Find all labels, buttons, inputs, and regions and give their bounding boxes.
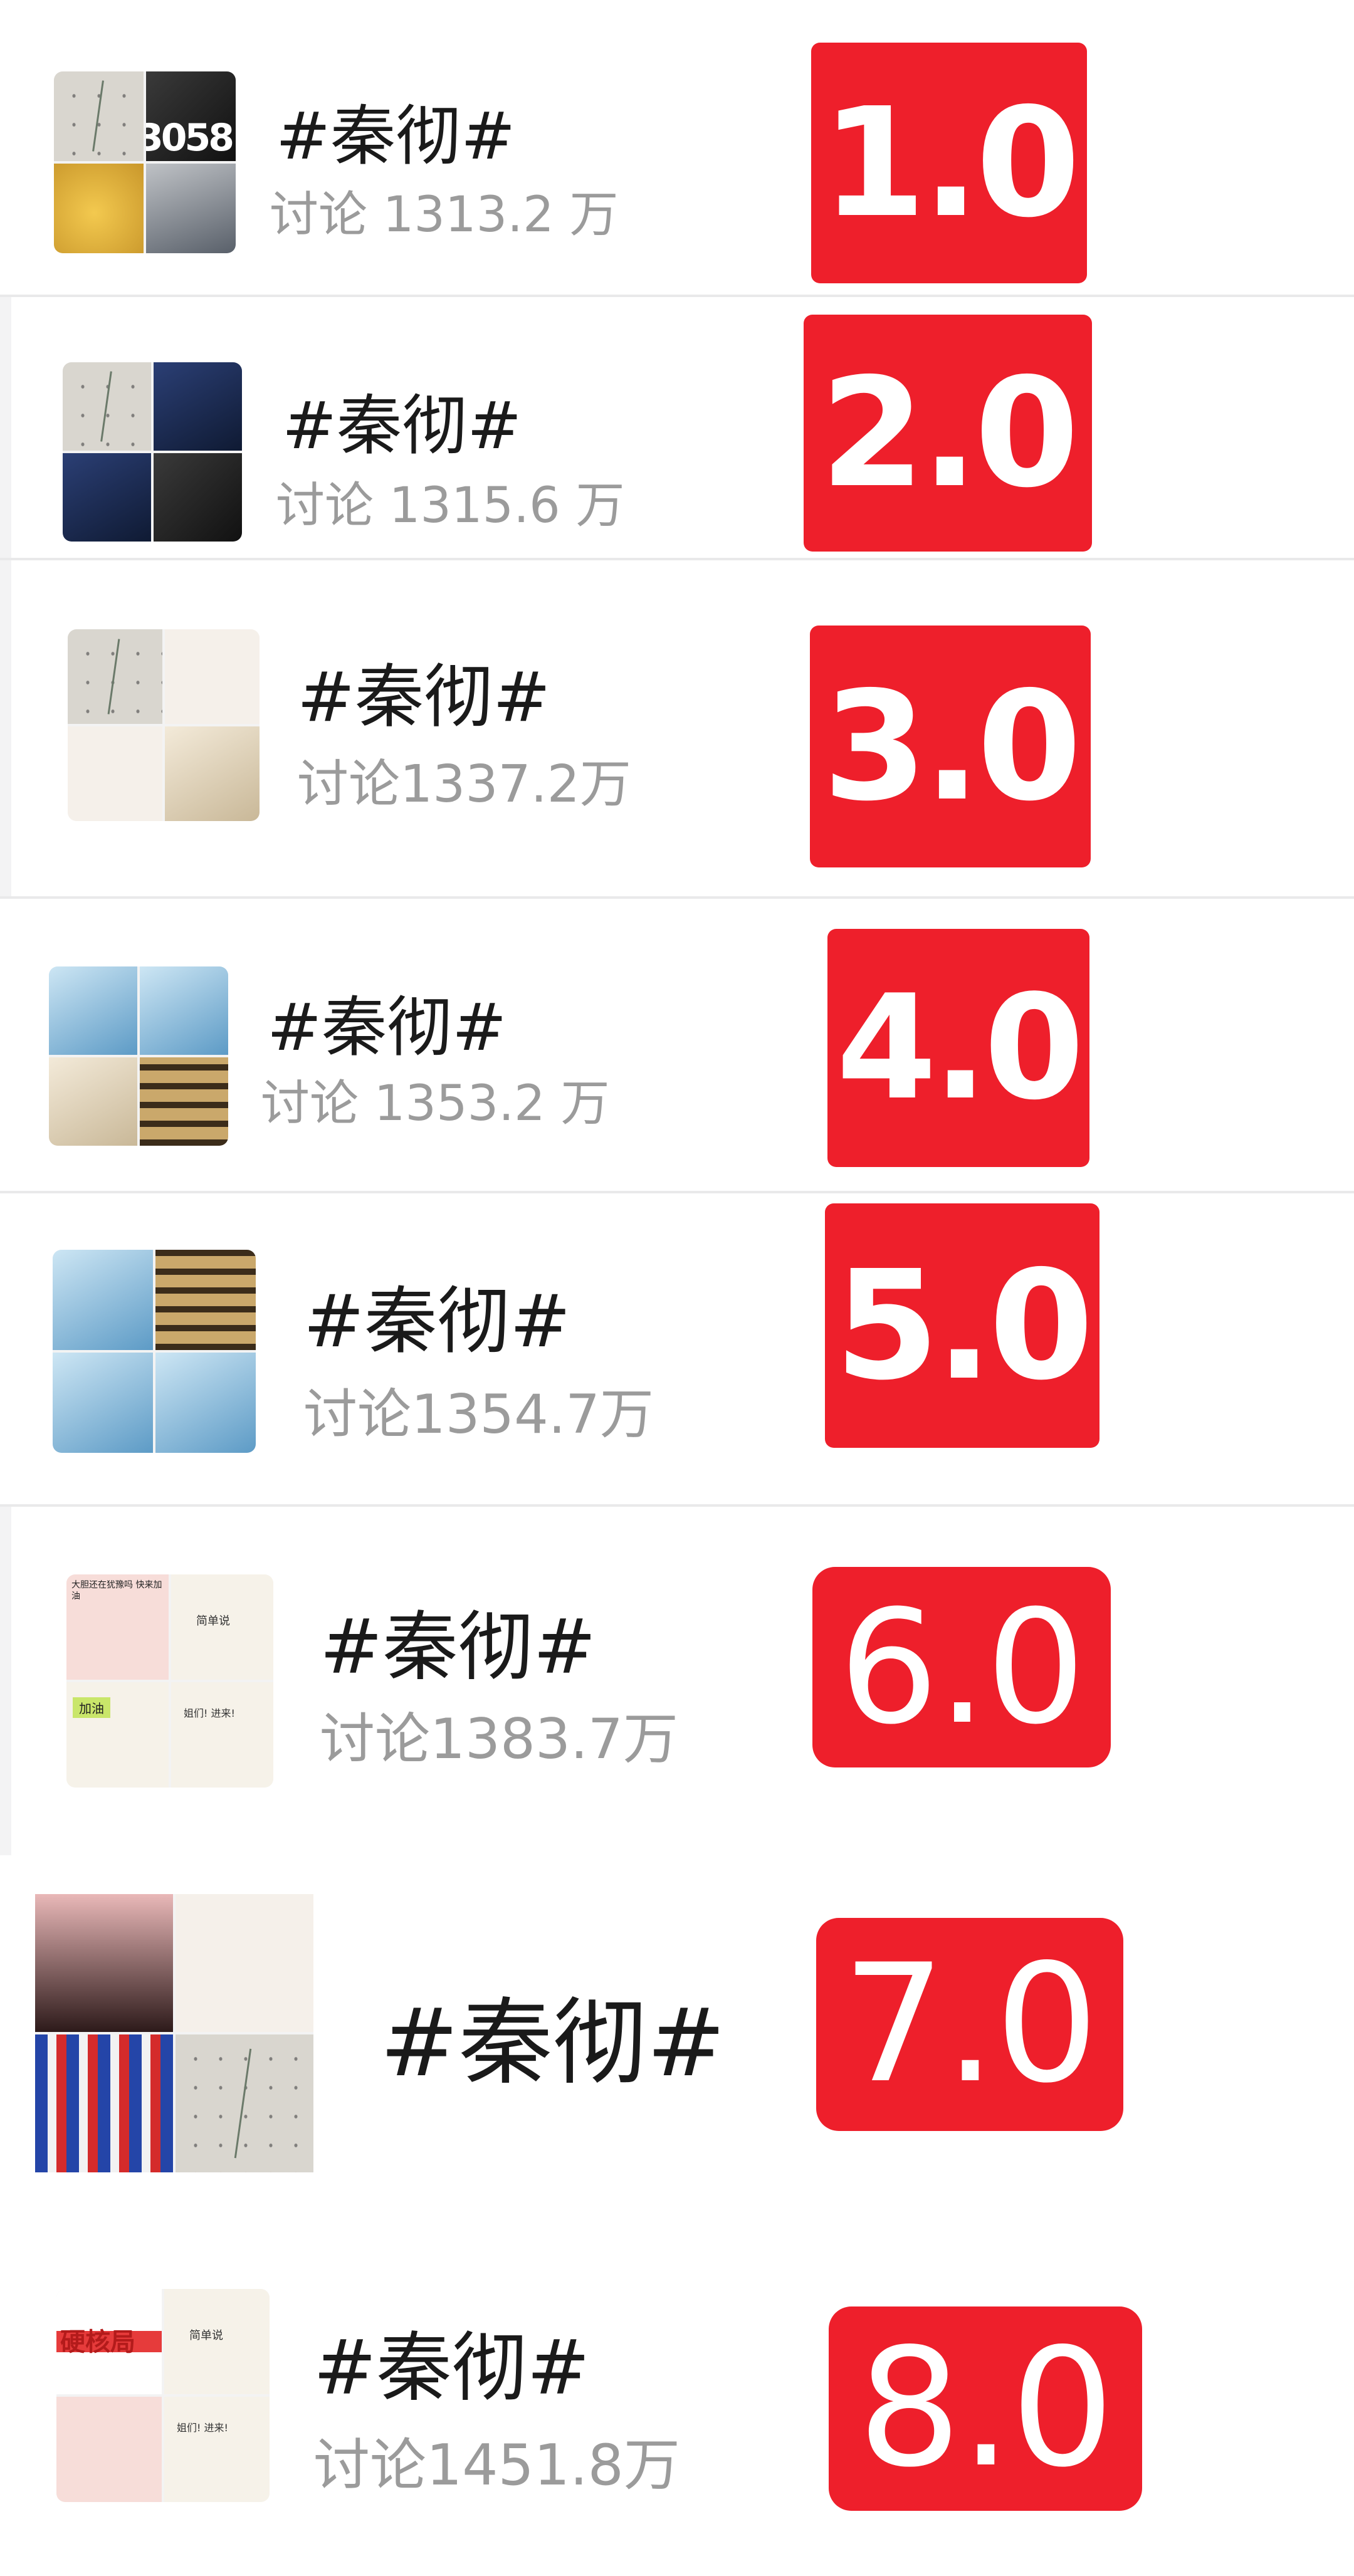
discussion-count: 讨论 1313.2 万 <box>270 187 619 243</box>
topic-hashtag[interactable]: #秦彻# <box>380 1967 725 2103</box>
thumbnail-text: 硬核局 <box>60 2328 135 2357</box>
topic-hashtag[interactable]: #秦彻# <box>303 1262 570 1368</box>
rank-badge: 3.0 <box>810 626 1091 867</box>
thumbnail-cell <box>35 1894 173 2032</box>
thumbnail-cell <box>140 966 228 1055</box>
thumbnail-text: 简单说 <box>196 1615 230 1628</box>
topic-hashtag[interactable]: #秦彻# <box>320 1586 596 1695</box>
topic-hashtag[interactable]: #秦彻# <box>282 372 522 467</box>
thumbnail-cell <box>68 726 162 821</box>
thumbnail-cell <box>54 71 144 161</box>
topic-hashtag[interactable]: #秦彻# <box>313 2306 590 2416</box>
thumbnail-text: 大胆还在犹豫吗 快来加油 <box>71 1580 162 1601</box>
thumbnail-cell <box>68 629 162 724</box>
thumbnail-text: 姐们! 进来! <box>177 2422 228 2434</box>
topic-hashtag[interactable]: #秦彻# <box>267 974 506 1069</box>
thumbnail-cell <box>140 1057 228 1146</box>
topic-thumbnail <box>53 1250 256 1453</box>
thumbnail-cell: 加油 <box>66 1682 169 1788</box>
rank-badge: 5.0 <box>825 1203 1099 1448</box>
topic-thumbnail <box>35 1894 313 2172</box>
topic-thumbnail <box>63 362 242 542</box>
thumbnail-cell <box>53 1250 153 1350</box>
discussion-count: 讨论1383.7万 <box>320 1707 678 1771</box>
thumbnail-cell <box>49 966 137 1055</box>
thumbnail-cell <box>176 2034 313 2172</box>
topic-thumbnail <box>49 966 228 1146</box>
thumbnail-cell <box>63 453 151 542</box>
thumbnail-text: 姐们! 进来! <box>184 1707 235 1719</box>
thumbnail-cell <box>56 2397 162 2502</box>
topic-row-7[interactable]: #秦彻# 7.0 <box>0 1855 1354 2206</box>
discussion-count: 讨论 1315.6 万 <box>276 478 625 534</box>
thumbnail-cell <box>35 2034 173 2172</box>
rank-badge: 8.0 <box>829 2306 1142 2511</box>
topic-row-2[interactable]: #秦彻# 讨论 1315.6 万 2.0 <box>0 295 1354 560</box>
topic-row-1[interactable]: 3058 #秦彻# 讨论 1313.2 万 1.0 <box>0 0 1354 295</box>
thumbnail-cell <box>154 453 242 542</box>
topic-hashtag[interactable]: #秦彻# <box>276 83 515 177</box>
topic-thumbnail: 3058 <box>54 71 236 253</box>
thumbnail-cell <box>154 362 242 451</box>
topic-hashtag[interactable]: #秦彻# <box>297 641 550 741</box>
row-edge <box>0 1507 11 1858</box>
thumbnail-cell <box>146 164 236 253</box>
thumbnail-cell <box>53 1353 153 1453</box>
thumbnail-text: 加油 <box>73 1697 110 1718</box>
rank-badge: 4.0 <box>827 929 1089 1167</box>
thumbnail-overlay-text: 3058 <box>146 116 234 160</box>
topic-thumbnail: 硬核局 简单说 姐们! 进来! <box>56 2289 270 2502</box>
topic-row-3[interactable]: #秦彻# 讨论1337.2万 3.0 <box>0 558 1354 899</box>
thumbnail-cell: 3058 <box>146 71 236 161</box>
thumbnail-cell <box>155 1353 256 1453</box>
thumbnail-text: 简单说 <box>189 2329 223 2342</box>
thumbnail-cell <box>165 726 260 821</box>
thumbnail-cell <box>176 1894 313 2032</box>
discussion-count: 讨论1451.8万 <box>313 2432 680 2498</box>
topic-thumbnail <box>68 629 260 821</box>
discussion-count: 讨论1354.7万 <box>303 1383 654 1446</box>
thumbnail-cell: 硬核局 <box>56 2289 162 2394</box>
thumbnail-cell <box>165 629 260 724</box>
thumbnail-cell: 姐们! 进来! <box>171 1682 273 1788</box>
topic-row-4[interactable]: #秦彻# 讨论 1353.2 万 4.0 <box>0 896 1354 1193</box>
row-edge <box>0 297 11 560</box>
topic-thumbnail: 大胆还在犹豫吗 快来加油 简单说 加油 姐们! 进来! <box>66 1574 273 1788</box>
thumbnail-cell: 大胆还在犹豫吗 快来加油 <box>66 1574 169 1680</box>
row-edge <box>0 560 11 899</box>
thumbnail-cell: 姐们! 进来! <box>164 2397 270 2502</box>
discussion-count: 讨论1337.2万 <box>297 755 631 814</box>
rank-badge: 6.0 <box>812 1567 1111 1767</box>
thumbnail-cell: 简单说 <box>171 1574 273 1680</box>
thumbnail-cell <box>49 1057 137 1146</box>
topic-row-6[interactable]: 大胆还在犹豫吗 快来加油 简单说 加油 姐们! 进来! #秦彻# 讨论1383.… <box>0 1504 1354 1858</box>
thumbnail-cell <box>63 362 151 451</box>
rank-badge: 7.0 <box>816 1918 1123 2131</box>
rank-badge: 2.0 <box>804 315 1092 552</box>
thumbnail-cell: 简单说 <box>164 2289 270 2394</box>
thumbnail-cell <box>54 164 144 253</box>
topic-row-8[interactable]: 硬核局 简单说 姐们! 进来! #秦彻# 讨论1451.8万 8.0 <box>0 2206 1354 2576</box>
discussion-count: 讨论 1353.2 万 <box>261 1076 610 1132</box>
thumbnail-cell <box>155 1250 256 1350</box>
topic-row-5[interactable]: #秦彻# 讨论1354.7万 5.0 <box>0 1191 1354 1507</box>
rank-badge: 1.0 <box>811 43 1087 283</box>
